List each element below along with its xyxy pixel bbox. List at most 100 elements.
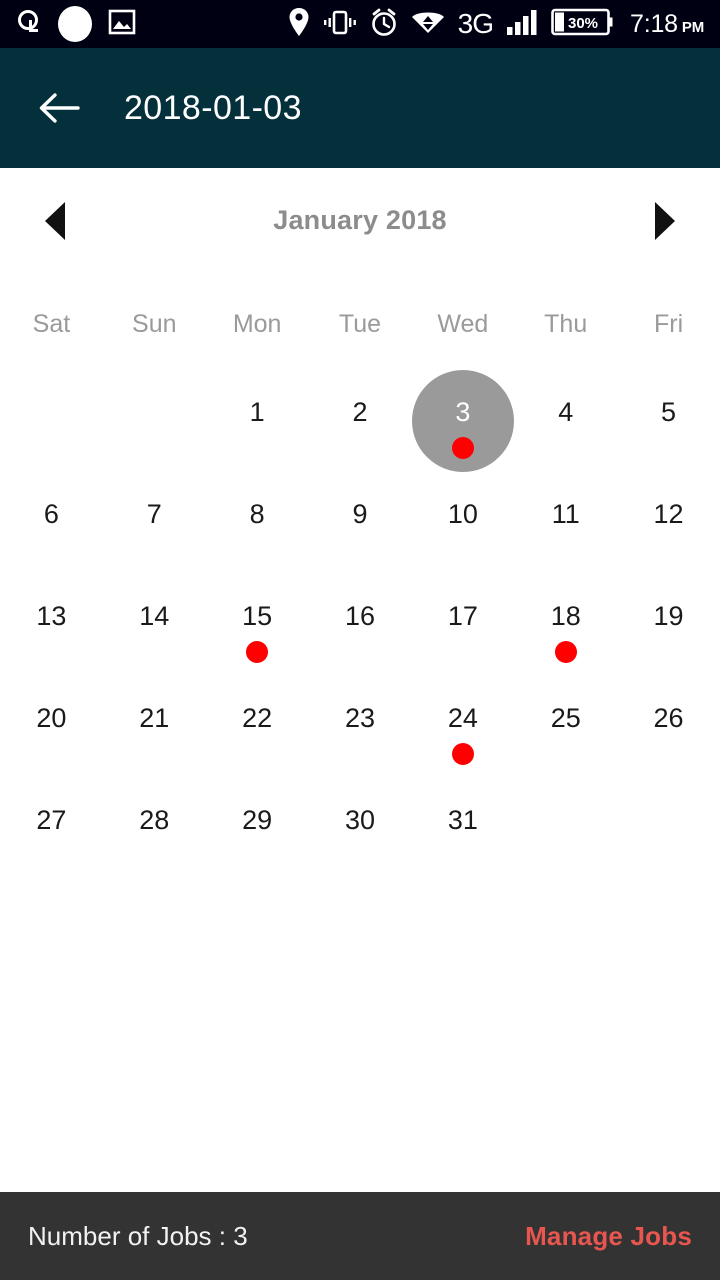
calendar-day-cell[interactable]: 7	[103, 485, 206, 587]
day-number: 29	[242, 805, 273, 835]
calendar-day-cell[interactable]: 9	[309, 485, 412, 587]
calendar-day-cell[interactable]: 23	[309, 689, 412, 791]
day-number: 22	[242, 703, 273, 733]
day-number: 17	[447, 601, 478, 631]
calendar-day-cell[interactable]: 3	[411, 370, 514, 485]
day-number: 2	[352, 397, 368, 427]
calendar-view: January 2018 Sat Sun Mon Tue Wed Thu Fri 12345…	[0, 168, 720, 1192]
weekday-label-sat: Sat	[32, 309, 71, 338]
clock-meridiem: PM	[681, 18, 704, 36]
network-type-label: 3G	[457, 8, 494, 39]
calendar-day-empty	[617, 791, 720, 893]
day-number: 5	[661, 397, 677, 427]
calendar-day-cell[interactable]: 11	[514, 485, 617, 587]
battery-icon: 30%	[551, 7, 613, 42]
white-circle-icon	[58, 6, 92, 42]
calendar-day-cell[interactable]: 15	[206, 587, 309, 689]
clock-time: 7:18	[630, 9, 678, 38]
day-number: 21	[139, 703, 170, 733]
calendar-day-cell[interactable]: 5	[617, 383, 720, 485]
calendar-day-cell[interactable]: 16	[309, 587, 412, 689]
weekday-header-row: Sat Sun Mon Tue Wed Thu Fri	[0, 293, 720, 355]
signal-bars-icon	[506, 8, 538, 41]
calendar-day-cell[interactable]: 8	[206, 485, 309, 587]
gallery-image-icon	[108, 8, 136, 41]
calendar-day-cell[interactable]: 29	[206, 791, 309, 893]
day-number: 4	[558, 397, 574, 427]
day-number: 14	[139, 601, 170, 631]
day-number: 8	[249, 499, 265, 529]
calendar-month-header: January 2018	[0, 168, 720, 273]
calendar-day-cell[interactable]: 31	[411, 791, 514, 893]
alarm-clock-icon	[370, 7, 398, 42]
page-title: 2018-01-03	[124, 88, 302, 127]
location-pin-icon	[288, 7, 310, 42]
day-number: 12	[653, 499, 684, 529]
day-number: 19	[653, 601, 684, 631]
calendar-day-cell[interactable]: 12	[617, 485, 720, 587]
chevron-right-icon[interactable]	[648, 201, 682, 241]
event-dot-icon	[554, 641, 577, 663]
calendar-day-cell[interactable]: 4	[514, 383, 617, 485]
day-number: 27	[36, 805, 67, 835]
weekday-label-mon: Mon	[232, 309, 282, 338]
calendar-day-cell[interactable]: 13	[0, 587, 103, 689]
chevron-left-icon[interactable]	[38, 201, 72, 241]
day-number: 15	[242, 601, 273, 631]
weekday-label-fri: Fri	[653, 309, 684, 338]
back-arrow-icon[interactable]	[36, 85, 82, 131]
calendar-month-label: January 2018	[273, 205, 447, 235]
weekday-label-wed: Wed	[437, 309, 489, 338]
wifi-download-icon	[411, 9, 445, 40]
manage-jobs-button[interactable]: Manage Jobs	[525, 1221, 692, 1252]
calendar-day-cell[interactable]: 30	[309, 791, 412, 893]
calendar-day-cell[interactable]: 24	[411, 689, 514, 791]
calendar-day-cell[interactable]: 14	[103, 587, 206, 689]
bottom-bar: Number of Jobs : 3 Manage Jobs	[0, 1192, 720, 1280]
calendar-day-cell[interactable]: 21	[103, 689, 206, 791]
clock: 7:18 PM	[630, 10, 704, 39]
vibrate-icon	[323, 8, 357, 41]
calendar-day-cell[interactable]: 22	[206, 689, 309, 791]
day-number: 30	[344, 805, 376, 835]
app-bar: 2018-01-03	[0, 48, 720, 168]
calendar-day-cell[interactable]: 1	[206, 383, 309, 485]
day-number: 7	[146, 499, 162, 529]
calendar-day-empty	[514, 791, 617, 893]
calendar-day-cell[interactable]: 10	[411, 485, 514, 587]
weekday-label-tue: Tue	[338, 309, 382, 338]
day-number: 6	[43, 499, 59, 529]
day-number: 28	[139, 805, 170, 835]
event-dot-icon	[246, 641, 269, 663]
calendar-day-cell[interactable]: 18	[514, 587, 617, 689]
weekday-label-sun: Sun	[132, 309, 177, 338]
day-number: 20	[36, 703, 67, 733]
calendar-day-cell[interactable]: 28	[103, 791, 206, 893]
calendar-day-grid: 1 2 3 4 5 6 7 8 9 10 11 12 13 14 15 16 17 18 19 20 21 22 23 24 2…	[0, 370, 720, 893]
calendar-day-cell[interactable]: 6	[0, 485, 103, 587]
day-number: 10	[447, 499, 478, 529]
status-bar: 3G 30% 7:18 PM	[0, 0, 720, 48]
calendar-day-cell[interactable]: 17	[411, 587, 514, 689]
app-notification-icon	[16, 8, 42, 41]
day-number: 16	[344, 601, 376, 631]
calendar-day-cell[interactable]: 25	[514, 689, 617, 791]
jobs-count-label: Number of Jobs : 3	[28, 1220, 248, 1251]
day-number: 24	[447, 703, 478, 733]
event-dot-icon	[451, 743, 474, 765]
calendar-day-cell[interactable]: 20	[0, 689, 103, 791]
calendar-day-cell[interactable]: 26	[617, 689, 720, 791]
day-number: 26	[653, 703, 684, 733]
weekday-label-thu: Thu	[544, 309, 588, 338]
day-number: 31	[447, 805, 478, 835]
svg-text:30%: 30%	[568, 15, 598, 32]
calendar-day-empty	[103, 383, 206, 485]
status-bar-left-icons	[16, 6, 136, 42]
day-number: 25	[550, 703, 581, 733]
app-screen: 3G 30% 7:18 PM 2018-01-03 January 2018 S…	[0, 0, 720, 1280]
calendar-day-cell[interactable]: 19	[617, 587, 720, 689]
calendar-day-cell[interactable]: 27	[0, 791, 103, 893]
event-dot-icon	[451, 437, 474, 459]
calendar-day-cell[interactable]: 2	[309, 383, 412, 485]
status-bar-right-icons: 3G 30% 7:18 PM	[288, 7, 704, 42]
